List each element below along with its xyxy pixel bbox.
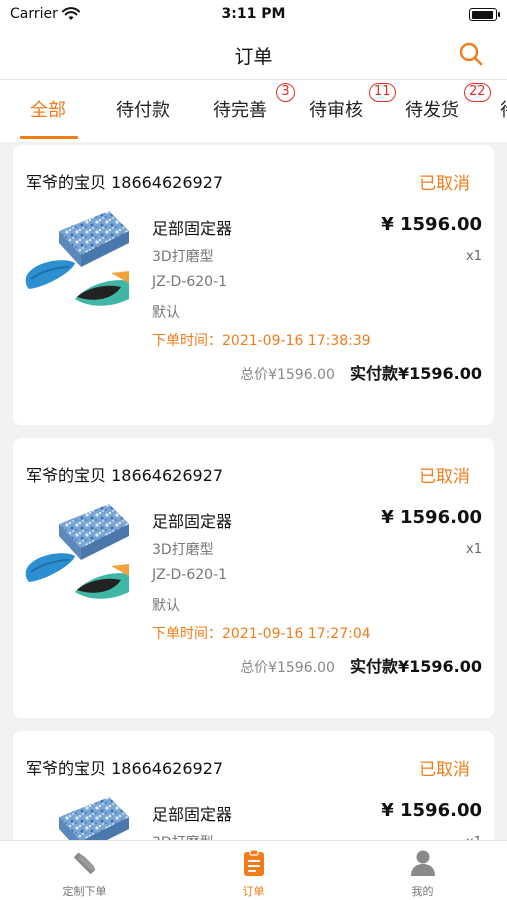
product-name: 足部固定器 xyxy=(152,219,233,238)
status-bar: Carrier 3:11 PM xyxy=(0,0,507,30)
product-spec-type: 3D打磨型 xyxy=(152,249,214,265)
product-spec-variant: 默认 xyxy=(152,598,180,614)
nav-bar: 订单 xyxy=(0,30,507,80)
product-quantity: x1 xyxy=(466,542,482,557)
tabbar-label: 订单 xyxy=(242,885,265,898)
product-price: ¥ 1596.00 xyxy=(381,800,482,821)
total-price: 总价¥1596.00 xyxy=(240,367,335,383)
product-spec-type: 3D打磨型 xyxy=(152,542,214,558)
clipboard-icon xyxy=(244,849,264,876)
product-spec-model: JZ-D-620-1 xyxy=(152,567,228,583)
tab-pending-review[interactable]: 待审核 xyxy=(309,96,363,122)
tab-pending-completion[interactable]: 待完善 xyxy=(213,96,267,122)
person-icon xyxy=(411,850,435,876)
tab-pending-shipment[interactable]: 待发货 xyxy=(405,96,459,122)
buyer-info: 军爷的宝贝 18664626927 xyxy=(26,466,224,485)
order-status: 已取消 xyxy=(419,174,470,194)
order-card[interactable]: 军爷的宝贝 18664626927 已取消 足部固定器 ¥ 1596.00 x1… xyxy=(13,438,494,718)
buyer-info: 军爷的宝贝 18664626927 xyxy=(26,759,224,778)
product-price: ¥ 1596.00 xyxy=(381,507,482,528)
order-time: 下单时间：2021-09-16 17:27:04 xyxy=(152,626,371,642)
badge-pending-shipment: 22 xyxy=(464,83,491,102)
product-name: 足部固定器 xyxy=(152,512,233,531)
product-thumbnail[interactable] xyxy=(25,209,129,317)
product-quantity: x1 xyxy=(466,249,482,264)
battery-icon xyxy=(469,8,500,21)
product-spec-model: JZ-D-620-1 xyxy=(152,274,228,290)
order-totals: 总价¥1596.00 实付款¥1596.00 xyxy=(240,653,482,677)
order-totals: 总价¥1596.00 实付款¥1596.00 xyxy=(240,360,482,384)
tab-all[interactable]: 全部 xyxy=(30,96,66,122)
tabbar-orders[interactable]: 订单 xyxy=(169,841,338,900)
pencil-ruler-icon xyxy=(74,850,96,874)
badge-pending-completion: 3 xyxy=(276,83,295,102)
tabbar-custom-order[interactable]: 定制下单 xyxy=(0,841,169,900)
paid-amount: 实付款¥1596.00 xyxy=(349,364,482,383)
paid-amount: 实付款¥1596.00 xyxy=(349,657,482,676)
buyer-info: 军爷的宝贝 18664626927 xyxy=(26,173,224,192)
order-card[interactable]: 军爷的宝贝 18664626927 已取消 足部固定器 ¥ 1596.00 x1… xyxy=(13,145,494,425)
order-card[interactable]: 军爷的宝贝 18664626927 已取消 足部固定器 ¥ 1596.00 x1… xyxy=(13,731,494,851)
active-tab-underline xyxy=(20,136,78,139)
product-thumbnail[interactable] xyxy=(25,502,129,610)
tab-next-partial[interactable]: 待 xyxy=(500,96,507,122)
order-status: 已取消 xyxy=(419,467,470,487)
tabbar-label: 我的 xyxy=(411,885,434,898)
page-title: 订单 xyxy=(234,46,273,68)
tabbar-profile[interactable]: 我的 xyxy=(338,841,507,900)
order-status-tabs: 全部 待付款 待完善 3 待审核 11 待发货 22 待 xyxy=(0,80,507,142)
product-spec-variant: 默认 xyxy=(152,305,180,321)
tabbar-label: 定制下单 xyxy=(62,885,107,898)
search-icon[interactable] xyxy=(457,40,485,68)
product-price: ¥ 1596.00 xyxy=(381,214,482,235)
badge-pending-review: 11 xyxy=(369,83,396,102)
clock-time: 3:11 PM xyxy=(221,6,286,22)
order-time: 下单时间：2021-09-16 17:38:39 xyxy=(152,333,371,349)
product-name: 足部固定器 xyxy=(152,805,233,824)
tab-pending-payment[interactable]: 待付款 xyxy=(116,96,170,122)
order-status: 已取消 xyxy=(419,760,470,780)
bottom-tab-bar: 定制下单 订单 我的 xyxy=(0,840,507,900)
total-price: 总价¥1596.00 xyxy=(240,660,335,676)
